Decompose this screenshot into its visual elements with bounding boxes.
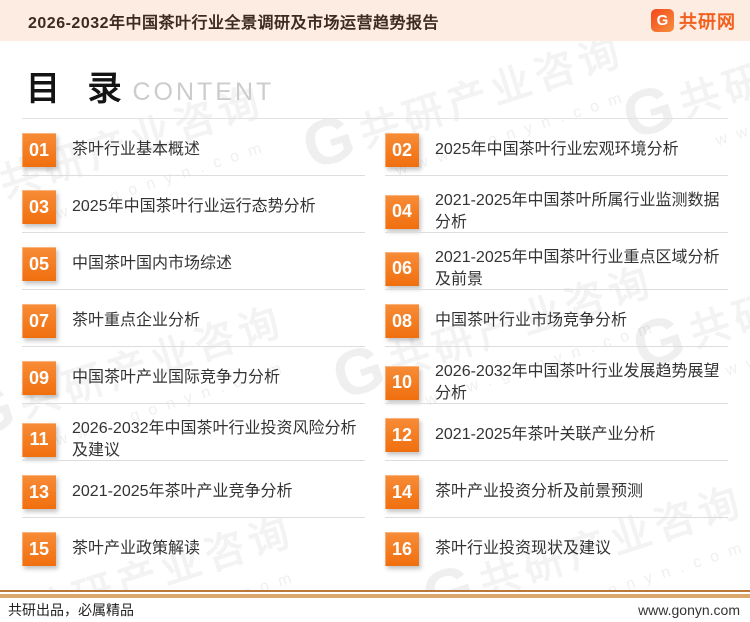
toc-item-number: 05 [22,247,56,281]
toc-item-05[interactable]: 05 中国茶叶国内市场综述 [22,247,365,304]
toc-item-number: 09 [22,361,56,395]
toc-item-number: 04 [385,195,419,229]
toc-item-10[interactable]: 10 2026-2032年中国茶叶行业发展趋势展望分析 [385,361,728,418]
footer: 共研出品，必属精品 www.gonyn.com [0,590,750,622]
toc-item-06[interactable]: 06 2021-2025年中国茶叶行业重点区域分析及前景 [385,247,728,304]
logo-text: 共研网 [679,8,736,34]
toc-item-number: 06 [385,252,419,286]
toc-title: 目 录 [26,61,130,110]
toc-item-number: 13 [22,475,56,509]
toc-item-number: 03 [22,190,56,224]
toc-item-number: 02 [385,133,419,167]
toc-item-label: 2021-2025年茶叶产业竞争分析 [72,481,293,503]
toc-item-16[interactable]: 16 茶叶行业投资现状及建议 [385,532,728,589]
toc-item-label: 2021-2025年中国茶叶所属行业监测数据分析 [435,190,728,233]
toc-item-number: 16 [385,532,419,566]
toc-item-number: 08 [385,304,419,338]
logo-g-icon: G [651,9,674,32]
toc-item-label: 茶叶产业投资分析及前景预测 [435,481,643,503]
toc-item-label: 2026-2032年中国茶叶行业发展趋势展望分析 [435,361,728,404]
brand-logo[interactable]: G 共研网 [651,8,736,34]
toc-item-label: 中国茶叶行业市场竞争分析 [435,310,627,332]
toc-item-label: 2026-2032年中国茶叶行业投资风险分析及建议 [72,418,365,461]
toc-item-number: 07 [22,304,56,338]
toc-heading: 目 录 CONTENT [26,61,728,110]
toc-item-label: 2021-2025年茶叶关联产业分析 [435,424,656,446]
toc-item-label: 茶叶行业投资现状及建议 [435,538,611,560]
toc-item-11[interactable]: 11 2026-2032年中国茶叶行业投资风险分析及建议 [22,418,365,475]
footer-url-link[interactable]: www.gonyn.com [638,602,740,618]
toc-item-13[interactable]: 13 2021-2025年茶叶产业竞争分析 [22,475,365,532]
toc-item-label: 中国茶叶国内市场综述 [72,253,232,275]
toc-item-label: 2025年中国茶叶行业宏观环境分析 [435,139,679,161]
toc-item-label: 茶叶行业基本概述 [72,139,200,161]
toc-item-04[interactable]: 04 2021-2025年中国茶叶所属行业监测数据分析 [385,190,728,247]
toc-item-01[interactable]: 01 茶叶行业基本概述 [22,133,365,190]
toc-item-number: 14 [385,475,419,509]
toc-item-label: 2025年中国茶叶行业运行态势分析 [72,196,316,218]
toc-item-label: 2021-2025年中国茶叶行业重点区域分析及前景 [435,247,728,290]
toc-item-number: 01 [22,133,56,167]
toc-item-08[interactable]: 08 中国茶叶行业市场竞争分析 [385,304,728,361]
footer-slogan: 共研出品，必属精品 [8,600,134,620]
toc-item-03[interactable]: 03 2025年中国茶叶行业运行态势分析 [22,190,365,247]
toc-page: 目 录 CONTENT 01 茶叶行业基本概述 02 2025年中国茶叶行业宏观… [0,41,750,590]
toc-item-02[interactable]: 02 2025年中国茶叶行业宏观环境分析 [385,133,728,190]
toc-item-label: 茶叶产业政策解读 [72,538,200,560]
toc-subtitle: CONTENT [132,78,274,107]
toc-grid: 01 茶叶行业基本概述 02 2025年中国茶叶行业宏观环境分析 03 2025… [22,133,728,589]
toc-item-label: 中国茶叶产业国际竞争力分析 [72,367,280,389]
toc-heading-rule [22,118,728,119]
toc-item-number: 15 [22,532,56,566]
report-title: 2026-2032年中国茶叶行业全景调研及市场运营趋势报告 [28,9,439,33]
toc-item-label: 茶叶重点企业分析 [72,310,200,332]
toc-item-15[interactable]: 15 茶叶产业政策解读 [22,532,365,589]
header-bar: 2026-2032年中国茶叶行业全景调研及市场运营趋势报告 G 共研网 [0,0,750,41]
toc-item-number: 10 [385,366,419,400]
toc-item-12[interactable]: 12 2021-2025年茶叶关联产业分析 [385,418,728,475]
toc-item-14[interactable]: 14 茶叶产业投资分析及前景预测 [385,475,728,532]
toc-item-09[interactable]: 09 中国茶叶产业国际竞争力分析 [22,361,365,418]
toc-item-07[interactable]: 07 茶叶重点企业分析 [22,304,365,361]
toc-item-number: 12 [385,418,419,452]
toc-item-number: 11 [22,423,56,457]
